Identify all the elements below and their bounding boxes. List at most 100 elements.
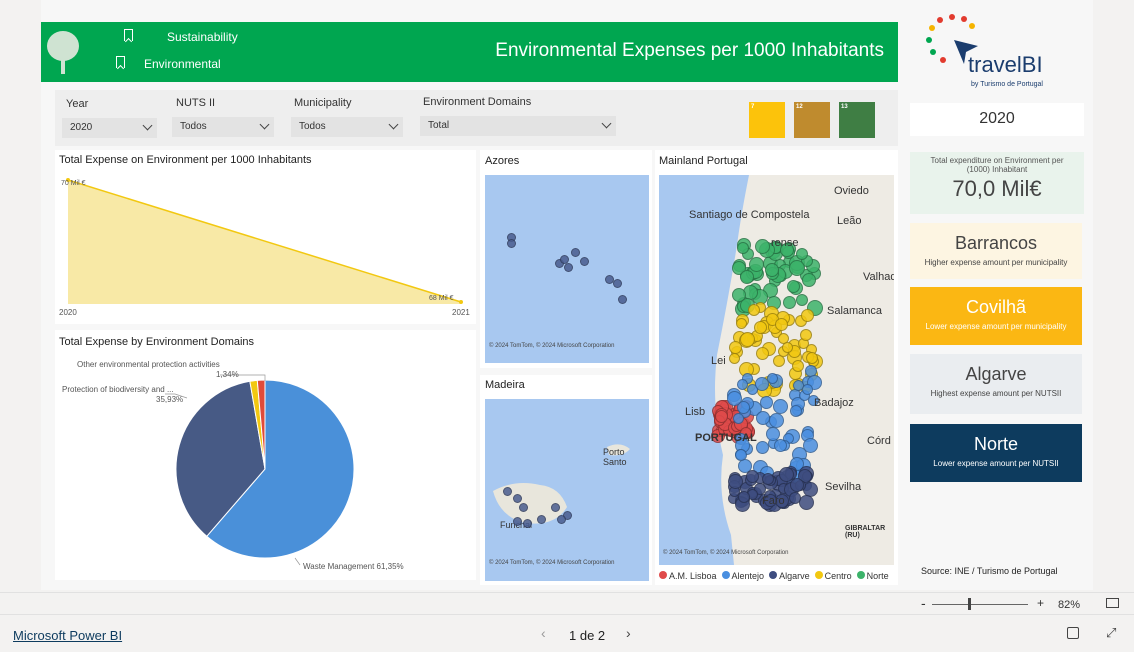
legend-swatch-icon (769, 571, 778, 579)
domains-value: Total (428, 120, 450, 131)
map-bubble[interactable] (564, 263, 573, 272)
map-bubble[interactable] (737, 378, 749, 390)
pie-chart-title: Total Expense by Environment Domains (59, 336, 255, 348)
map-bubble[interactable] (580, 257, 589, 266)
chevron-down-icon (142, 120, 153, 131)
area-chart-title: Total Expense on Environment per 1000 In… (59, 154, 312, 166)
map-bubble[interactable] (507, 239, 516, 248)
zoom-slider-handle[interactable] (968, 598, 971, 610)
nuts-slicer[interactable]: Todos (172, 117, 274, 137)
fit-to-page-icon[interactable] (1106, 598, 1119, 608)
insight-card-title: Covilhã (965, 297, 1027, 317)
zoom-bar: - + 82% (0, 592, 1134, 614)
year-slicer[interactable]: 2020 (62, 118, 157, 138)
nav-environmental[interactable]: Environmental (144, 57, 221, 71)
madeira-title: Madeira (485, 379, 525, 391)
map-bubble[interactable] (788, 259, 805, 276)
madeira-map[interactable]: Porto Santo Funchal (485, 399, 649, 581)
map-bubble[interactable] (557, 515, 566, 524)
place-label: Salamanca (827, 305, 883, 317)
domains-slicer[interactable]: Total (420, 116, 616, 136)
legend-item[interactable]: Centro (814, 571, 852, 581)
map-bubble[interactable] (759, 396, 773, 410)
powerbi-link[interactable]: Microsoft Power BI (13, 628, 122, 643)
mainland-map[interactable]: Oviedo Santiago de Compostela Leão rense Val… (659, 175, 894, 565)
year-label: Year (66, 98, 89, 110)
page-indicator: 1 de 2 (569, 628, 606, 643)
map-bubble[interactable] (618, 295, 627, 304)
zoom-out-button[interactable]: - (921, 595, 926, 611)
map-bubble[interactable] (748, 257, 764, 273)
map-bubble[interactable] (513, 517, 522, 526)
legend-item[interactable]: Alentejo (721, 571, 764, 581)
zoom-slider[interactable] (932, 604, 1028, 605)
map-bubble[interactable] (773, 398, 789, 414)
pie-label-other-pct: 1,34% (216, 370, 239, 379)
place-label: GIBRALTAR (RU) (845, 525, 886, 539)
zoom-level: 82% (1058, 599, 1081, 611)
insight-card-title: Norte (973, 434, 1018, 454)
map-bubble[interactable] (789, 405, 802, 418)
map-bubble[interactable] (753, 320, 767, 334)
legend-item[interactable]: Norte (856, 571, 889, 581)
area-point[interactable] (459, 300, 463, 304)
legend-item[interactable]: A.M. Lisboa (659, 571, 717, 581)
year-card: 2020 (910, 103, 1084, 136)
map-bubble[interactable] (519, 503, 528, 512)
map-bubble[interactable] (774, 318, 788, 332)
legend-item[interactable]: Algarve (769, 571, 810, 581)
legend-label: Algarve (779, 571, 810, 581)
next-page-button[interactable]: › (626, 625, 631, 641)
map-bubble[interactable] (571, 248, 580, 257)
legend-swatch-icon (721, 571, 730, 579)
map-bubble[interactable] (789, 491, 802, 504)
nuts-value: Todos (180, 121, 207, 132)
map-bubble[interactable] (739, 269, 754, 284)
map-bubble[interactable] (756, 440, 770, 454)
sdg-number: 7 (751, 104, 755, 110)
mainland-title: Mainland Portugal (659, 155, 748, 167)
x-tick-label: 2021 (452, 308, 470, 317)
azores-map[interactable] (485, 175, 649, 363)
map-bubble[interactable] (782, 296, 796, 310)
map-bubble[interactable] (714, 409, 728, 423)
map-bubble[interactable] (537, 515, 546, 524)
map-bubble[interactable] (765, 262, 780, 277)
map-bubble[interactable] (513, 494, 522, 503)
map-bubble[interactable] (732, 413, 744, 425)
chevron-down-icon (259, 119, 270, 130)
map-bubble[interactable] (799, 494, 814, 510)
map-bubble[interactable] (768, 412, 784, 428)
map-bubble[interactable] (729, 352, 741, 364)
kpi-card: Total expenditure on Environment per (10… (910, 152, 1084, 214)
expand-icon[interactable]: ⤢ (1106, 625, 1116, 641)
map-legend: A.M. Lisboa Alentejo Algarve Centro Norte (659, 571, 889, 581)
share-icon[interactable] (1067, 627, 1079, 639)
map-bubble[interactable] (766, 372, 778, 384)
map-bubble[interactable] (551, 503, 560, 512)
map-bubble[interactable] (754, 239, 770, 254)
source-note: Source: INE / Turismo de Portugal (921, 566, 1058, 576)
area-data-label: 70 Mil € (61, 180, 86, 187)
map-bubble[interactable] (503, 487, 512, 496)
map-bubble[interactable] (737, 491, 750, 504)
place-label: Oviedo (834, 185, 869, 197)
insight-card-sub: Lower expense amount per NUTSII (933, 459, 1059, 468)
map-bubble[interactable] (801, 308, 815, 322)
nav-sustainability[interactable]: Sustainability (167, 30, 238, 44)
map-bubble[interactable] (801, 272, 816, 287)
municipality-slicer[interactable]: Todos (291, 117, 403, 137)
map-bubble[interactable] (523, 519, 532, 528)
place-label: Córd (867, 435, 891, 447)
map-bubble[interactable] (613, 279, 622, 288)
domains-label: Environment Domains (423, 96, 532, 108)
pie-label-other: Other environmental protection activitie… (77, 360, 220, 369)
map-bubble[interactable] (805, 351, 818, 364)
prev-page-button[interactable]: ‹ (541, 625, 546, 641)
sdg-12-icon: 12 (794, 102, 830, 138)
map-bubble[interactable] (781, 341, 793, 353)
map-bubble[interactable] (735, 317, 747, 329)
zoom-in-button[interactable]: + (1037, 596, 1044, 610)
place-label: Santiago de Compostela (689, 209, 810, 221)
sdg-7-icon: 7 (749, 102, 785, 138)
